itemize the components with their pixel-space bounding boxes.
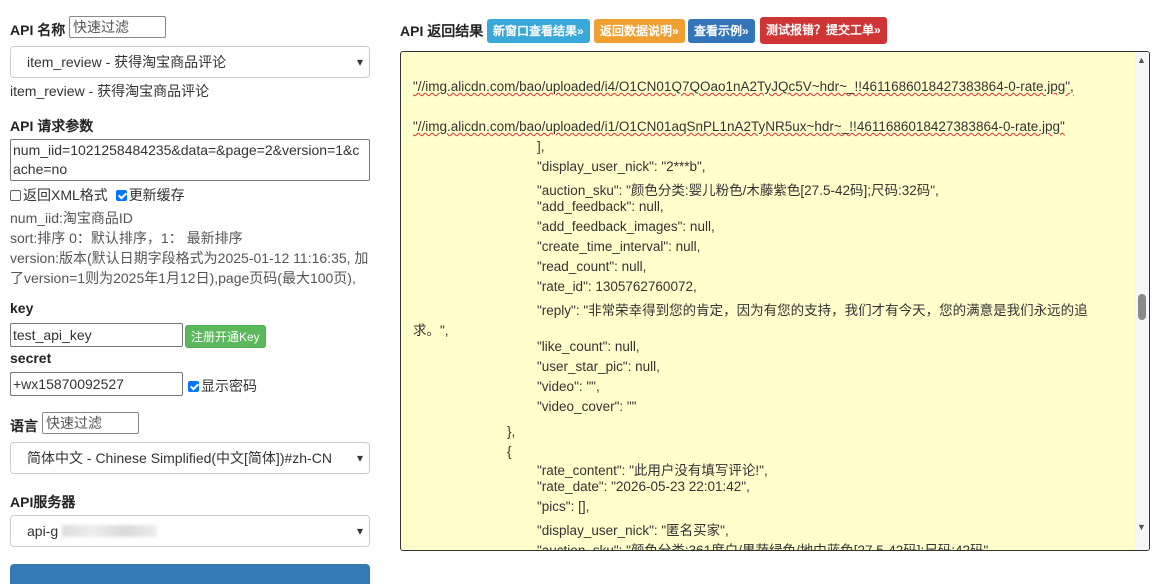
param-help-2: version:版本(默认日期字段格式为2025-01-12 11:16:35,… <box>10 250 369 266</box>
result-line: "auction_sku": "颜色分类:361度白/果蔬绿色/地中蓝色[27.… <box>537 543 989 551</box>
blurred-server-host <box>62 525 158 537</box>
result-line: "like_count": null, <box>537 339 640 354</box>
result-line: "rate_date": "2026-05-23 22:01:42", <box>537 479 750 494</box>
open-new-window-button[interactable]: 新窗口查看结果» <box>487 19 590 43</box>
scroll-up-icon[interactable]: ▲ <box>1137 55 1146 65</box>
show-password-checkbox[interactable] <box>188 381 199 392</box>
cut-off-line: …………………………………………………………… <box>521 52 1141 54</box>
return-data-doc-button[interactable]: 返回数据说明» <box>594 19 685 43</box>
result-line: }, <box>507 424 516 439</box>
scroll-down-icon[interactable]: ▼ <box>1137 522 1146 532</box>
submit-button[interactable] <box>10 564 370 584</box>
api-filter-input[interactable] <box>69 16 166 38</box>
server-select[interactable]: api-g ▾ <box>10 515 370 547</box>
result-line: "add_feedback": null, <box>537 199 664 214</box>
api-name-label: API 名称 <box>10 22 66 38</box>
result-line: "create_time_interval": null, <box>537 239 701 254</box>
param-help-1: sort:排序 0：默认排序，1： 最新排序 <box>10 230 243 246</box>
result-line: "add_feedback_images": null, <box>537 219 715 234</box>
result-line: "display_user_nick": "2***b", <box>537 159 706 174</box>
result-line: "pics": [], <box>537 499 590 514</box>
result-line: "auction_sku": "颜色分类:婴儿粉色/木藤紫色[27.5-42码]… <box>537 183 939 198</box>
register-key-button[interactable]: 注册开通Key <box>185 325 266 348</box>
cache-checkbox-label: 更新缓存 <box>128 187 185 203</box>
secret-label: secret <box>10 350 52 366</box>
api-select-value: item_review - 获得淘宝商品评论 <box>27 54 227 70</box>
result-line: "display_user_nick": "匿名买家", <box>537 523 729 538</box>
secret-input[interactable]: +wx15870092527 <box>10 372 183 396</box>
language-filter-input[interactable] <box>42 412 139 434</box>
view-example-button[interactable]: 查看示例» <box>688 19 755 43</box>
param-help-0: num_iid:淘宝商品ID <box>10 210 133 226</box>
language-label: 语言 <box>10 418 38 434</box>
result-line: "user_star_pic": null, <box>537 359 660 374</box>
result-line: "rate_id": 1305762760072, <box>537 279 697 294</box>
scroll-thumb[interactable] <box>1138 294 1146 320</box>
submit-ticket-button[interactable]: 测试报错？提交工单» <box>760 17 887 44</box>
result-line: "read_count": null, <box>537 259 647 274</box>
server-label: API服务器 <box>10 494 76 510</box>
result-label: API 返回结果 <box>400 23 484 39</box>
show-password-row[interactable]: 显示密码 <box>188 376 257 396</box>
result-line: ], <box>537 139 545 154</box>
result-line: "//img.alicdn.com/bao/uploaded/i1/O1CN01… <box>413 119 1065 134</box>
chevron-down-icon: ▾ <box>356 524 363 538</box>
param-help-3: 了version=1则为2025年1月12日),page页码(最大100页), <box>10 270 356 286</box>
show-password-label: 显示密码 <box>201 378 257 394</box>
result-line: { <box>507 444 512 459</box>
xml-checkbox[interactable] <box>10 190 21 201</box>
result-scrollbar[interactable]: ▲ ▼ <box>1135 52 1149 550</box>
result-line: "//img.alicdn.com/bao/uploaded/i4/O1CN01… <box>413 79 1074 94</box>
language-select[interactable]: 简体中文 - Chinese Simplified(中文[简体])#zh-CN … <box>10 442 370 474</box>
api-select[interactable]: item_review - 获得淘宝商品评论 ▾ <box>10 46 370 78</box>
params-textarea[interactable]: num_iid=1021258484235&data=&page=2&versi… <box>10 139 370 181</box>
key-input[interactable]: test_api_key <box>10 323 183 347</box>
result-line: "video": "", <box>537 379 600 394</box>
params-label: API 请求参数 <box>10 118 94 134</box>
api-current-text: item_review - 获得淘宝商品评论 <box>10 83 210 99</box>
server-select-value: api-g <box>27 523 59 539</box>
xml-checkbox-label: 返回XML格式 <box>23 187 108 203</box>
language-select-value: 简体中文 - Chinese Simplified(中文[简体])#zh-CN <box>27 450 332 466</box>
result-line: "video_cover": "" <box>537 399 637 414</box>
chevron-down-icon: ▾ <box>356 55 363 69</box>
result-line: "rate_content": "此用户没有填写评论!", <box>537 463 768 478</box>
cache-checkbox[interactable] <box>115 190 127 201</box>
result-textarea[interactable]: "//img.alicdn.com/bao/uploaded/i4/O1CN01… <box>400 51 1150 551</box>
key-label: key <box>10 300 34 316</box>
result-line: "reply": "非常荣幸得到您的肯定，因为有您的支持，我们才有今天，您的满意… <box>537 303 1088 318</box>
xml-checkbox-row[interactable]: 返回XML格式 更新缓存 <box>10 185 185 205</box>
result-line: 求。", <box>413 323 449 338</box>
chevron-down-icon: ▾ <box>356 451 363 465</box>
